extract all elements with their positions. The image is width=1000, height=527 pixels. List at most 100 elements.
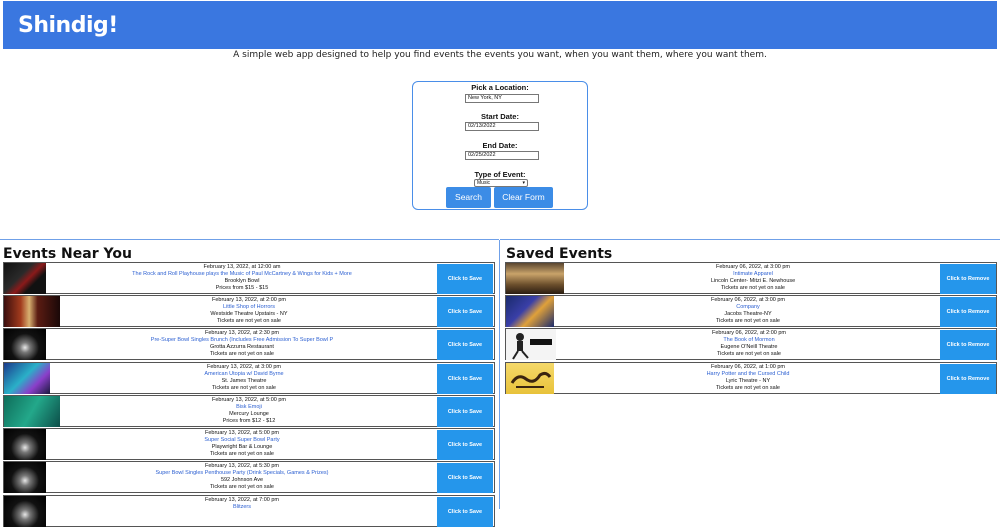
search-button[interactable]: Search — [446, 187, 491, 208]
event-info: February 13, 2022, at 5:30 pm Super Bowl… — [48, 463, 436, 491]
saved-event-thumbnail[interactable] — [506, 363, 554, 394]
saved-event-row: February 06, 2022, at 3:00 pm Intimate A… — [505, 262, 997, 294]
event-info: February 13, 2022, at 5:00 pm Super Soci… — [48, 430, 436, 458]
saved-event-title[interactable]: Harry Potter and the Cursed Child — [556, 371, 940, 378]
save-event-button[interactable]: Click to Save — [437, 297, 493, 327]
event-title[interactable]: Super Bowl Singles Penthouse Party (Drin… — [48, 470, 436, 477]
save-event-button[interactable]: Click to Save — [437, 364, 493, 394]
save-event-button[interactable]: Click to Save — [437, 397, 493, 427]
clear-form-button[interactable]: Clear Form — [494, 187, 553, 208]
saved-event-thumbnail[interactable] — [506, 296, 554, 327]
remove-event-button[interactable]: Click to Remove — [940, 364, 996, 394]
event-title[interactable]: Blitzers — [48, 504, 436, 511]
saved-event-info: February 06, 2022, at 2:00 pm The Book o… — [558, 330, 940, 358]
event-thumbnail[interactable] — [4, 429, 46, 460]
event-date: February 13, 2022, at 7:00 pm — [205, 497, 279, 503]
saved-event-info: February 06, 2022, at 3:00 pm Company Ja… — [556, 297, 940, 325]
save-event-button[interactable]: Click to Save — [437, 330, 493, 360]
event-row: February 13, 2022, at 3:00 pm American U… — [3, 362, 495, 394]
save-event-button[interactable]: Click to Save — [437, 497, 493, 527]
saved-event-row: February 06, 2022, at 1:00 pm Harry Pott… — [505, 362, 997, 394]
event-venue: Westside Theatre Upstairs - NY — [210, 311, 288, 317]
event-info: February 13, 2022, at 2:30 pm Pre-Super … — [48, 330, 436, 358]
start-date-input[interactable]: 02/13/2022 — [465, 122, 539, 131]
event-date: February 13, 2022, at 12:00 am — [203, 264, 281, 270]
saved-event-info: February 06, 2022, at 1:00 pm Harry Pott… — [556, 364, 940, 392]
saved-event-thumbnail[interactable] — [506, 329, 556, 360]
saved-events-heading: Saved Events — [506, 246, 613, 262]
location-input[interactable]: New York, NY — [465, 94, 539, 103]
saved-event-title[interactable]: The Book of Mormon — [558, 337, 940, 344]
event-row: February 13, 2022, at 2:30 pm Pre-Super … — [3, 328, 495, 360]
event-row: February 13, 2022, at 5:30 pm Super Bowl… — [3, 461, 495, 493]
event-price: Prices from $15 - $15 — [215, 285, 269, 291]
events-near-heading: Events Near You — [3, 246, 132, 262]
event-thumbnail[interactable] — [4, 363, 50, 394]
saved-event-date: February 06, 2022, at 2:00 pm — [712, 330, 786, 336]
event-thumbnail[interactable] — [4, 496, 46, 527]
event-title[interactable]: Super Social Super Bowl Party — [48, 437, 436, 444]
saved-event-info: February 06, 2022, at 3:00 pm Intimate A… — [566, 264, 940, 292]
saved-event-venue: Eugene O'Neill Theatre — [720, 344, 778, 350]
event-thumbnail[interactable] — [4, 462, 46, 493]
event-row: February 13, 2022, at 7:00 pm Blitzers C… — [3, 495, 495, 527]
mormon-poster-image — [506, 329, 556, 360]
chevron-down-icon: ▾ — [522, 180, 525, 186]
event-thumbnail[interactable] — [4, 329, 46, 360]
start-date-label: Start Date: — [481, 112, 519, 121]
saved-event-venue: Lyric Theatre - NY — [725, 378, 771, 384]
event-date: February 13, 2022, at 5:00 pm — [212, 397, 286, 403]
end-date-label: End Date: — [482, 141, 518, 150]
event-type-label: Type of Event: — [474, 170, 526, 179]
event-date: February 13, 2022, at 2:00 pm — [212, 297, 286, 303]
event-date: February 13, 2022, at 5:30 pm — [205, 463, 279, 469]
event-thumbnail[interactable] — [4, 396, 60, 427]
event-row: February 13, 2022, at 2:00 pm Little Sho… — [3, 295, 495, 327]
event-title[interactable]: The Rock and Roll Playhouse plays the Mu… — [48, 271, 436, 278]
event-type-select[interactable]: Music ▾ — [474, 179, 528, 187]
save-event-button[interactable]: Click to Save — [437, 463, 493, 493]
app-header: Shindig! — [3, 1, 997, 49]
event-thumbnail[interactable] — [4, 296, 60, 327]
event-date: February 13, 2022, at 3:00 pm — [207, 364, 281, 370]
event-title[interactable]: Little Shop of Horrors — [62, 304, 436, 311]
harry-potter-poster-image — [510, 371, 552, 388]
app-title[interactable]: Shindig! — [18, 13, 118, 38]
event-venue: 592 Johnson Ave — [220, 477, 264, 483]
event-title[interactable]: Pre-Super Bowl Singles Brunch (Includes … — [48, 337, 436, 344]
saved-event-price: Tickets are not yet on sale — [716, 385, 780, 391]
saved-event-row: February 06, 2022, at 3:00 pm Company Ja… — [505, 295, 997, 327]
app-tagline: A simple web app designed to help you fi… — [233, 50, 767, 60]
remove-event-button[interactable]: Click to Remove — [940, 330, 996, 360]
event-info: February 13, 2022, at 5:00 pm Bisk Emoji… — [62, 397, 436, 425]
event-date: February 13, 2022, at 5:00 pm — [205, 430, 279, 436]
event-info: February 13, 2022, at 3:00 pm American U… — [52, 364, 436, 392]
event-venue: Grotta Azzurra Restaurant — [210, 344, 274, 350]
save-event-button[interactable]: Click to Save — [437, 264, 493, 294]
event-type-value: Music — [477, 180, 491, 186]
saved-event-title[interactable]: Company — [556, 304, 940, 311]
event-price: Tickets are not yet on sale — [210, 451, 274, 457]
saved-event-price: Tickets are not yet on sale — [716, 318, 780, 324]
event-row: February 13, 2022, at 12:00 am The Rock … — [3, 262, 495, 294]
event-price: Prices from $12 - $12 — [222, 418, 276, 424]
saved-event-title[interactable]: Intimate Apparel — [566, 271, 940, 278]
saved-event-thumbnail[interactable] — [506, 263, 564, 294]
save-event-button[interactable]: Click to Save — [437, 430, 493, 460]
event-thumbnail[interactable] — [4, 263, 46, 294]
remove-event-button[interactable]: Click to Remove — [940, 297, 996, 327]
column-divider — [499, 240, 500, 509]
event-venue: St. James Theatre — [221, 378, 267, 384]
location-label: Pick a Location: — [471, 83, 529, 92]
event-title[interactable]: Bisk Emoji — [62, 404, 436, 411]
search-form: Pick a Location: New York, NY Start Date… — [412, 81, 588, 210]
saved-event-row: February 06, 2022, at 2:00 pm The Book o… — [505, 328, 997, 360]
remove-event-button[interactable]: Click to Remove — [940, 264, 996, 294]
saved-event-date: February 06, 2022, at 1:00 pm — [711, 364, 785, 370]
event-price: Tickets are not yet on sale — [210, 351, 274, 357]
end-date-input[interactable]: 02/25/2022 — [465, 151, 539, 160]
event-title[interactable]: American Utopia w/ David Byrne — [52, 371, 436, 378]
saved-event-date: February 06, 2022, at 3:00 pm — [711, 297, 785, 303]
saved-event-price: Tickets are not yet on sale — [721, 285, 785, 291]
event-row: February 13, 2022, at 5:00 pm Super Soci… — [3, 428, 495, 460]
